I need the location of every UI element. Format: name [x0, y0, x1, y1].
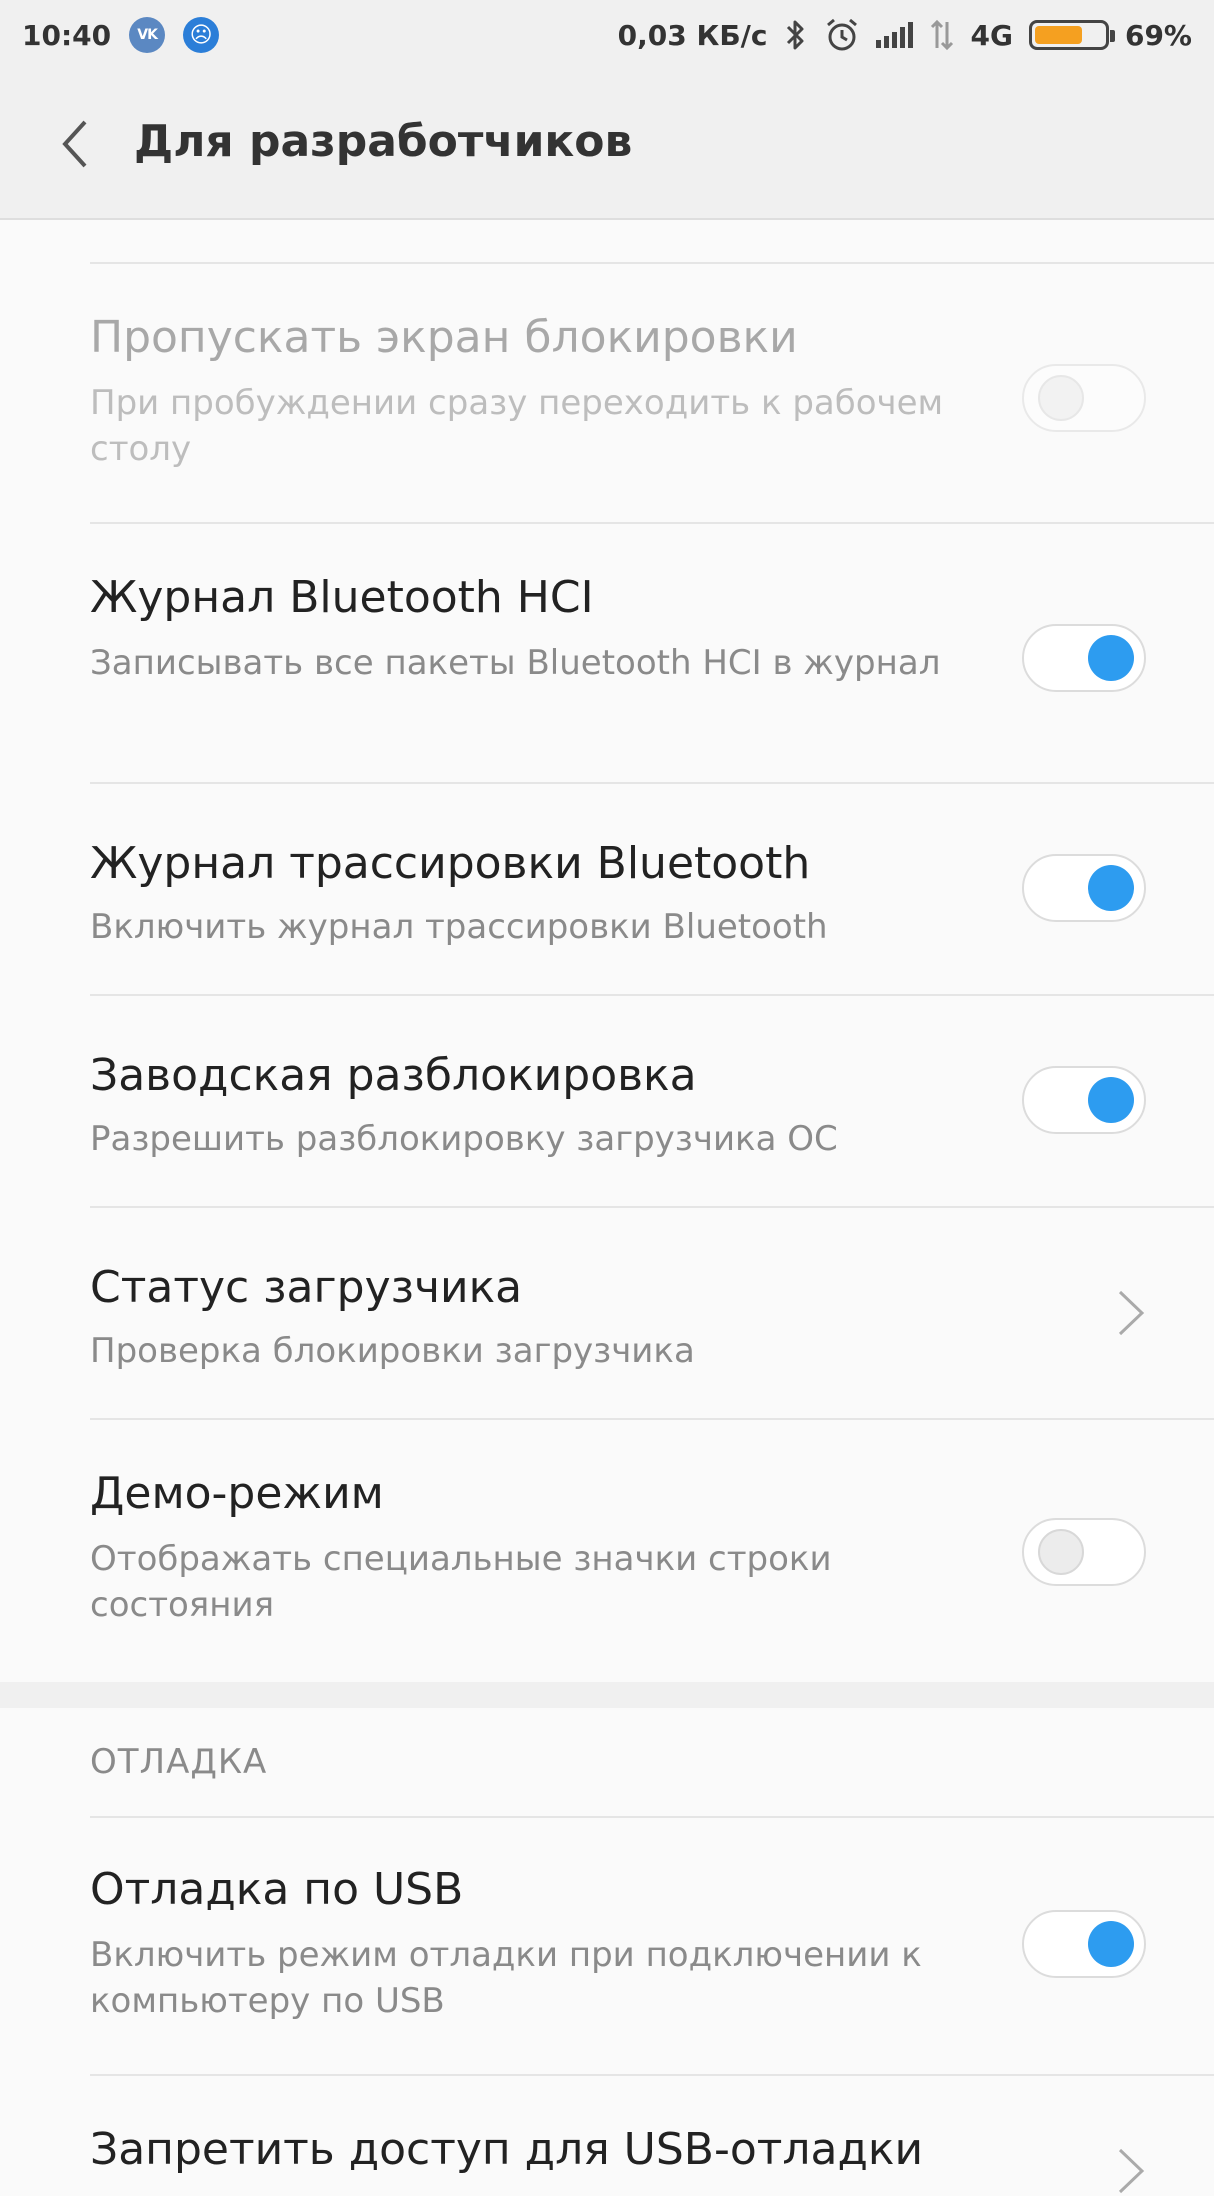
setting-subtitle: Отображать специальные значки строки сос…	[90, 1539, 832, 1625]
toggle-knob	[1088, 1921, 1134, 1967]
network-speed: 0,03 КБ/с	[617, 18, 768, 52]
oem-unlock-toggle[interactable]	[1022, 1066, 1146, 1134]
status-time: 10:40	[22, 18, 112, 52]
data-transfer-icon	[930, 19, 953, 51]
chevron-right-icon	[1118, 1290, 1145, 1336]
back-button[interactable]	[50, 114, 100, 174]
toggle-knob	[1038, 1529, 1084, 1575]
setting-subtitle: Проверка блокировки загрузчика	[90, 1331, 695, 1371]
signal-strength-icon	[875, 22, 913, 48]
setting-oem-unlock[interactable]: Заводская разблокировка Разрешить разбло…	[0, 996, 1214, 1206]
setting-title: Статус загрузчика	[90, 1262, 523, 1313]
bluetooth-trace-log-toggle[interactable]	[1022, 854, 1146, 922]
network-type: 4G	[970, 18, 1013, 52]
demo-mode-toggle[interactable]	[1022, 1518, 1146, 1586]
setting-usb-debugging[interactable]: Отладка по USB Включить режим отладки пр…	[0, 1818, 1214, 2074]
toggle-knob	[1088, 865, 1134, 911]
setting-bluetooth-hci-log[interactable]: Журнал Bluetooth HCI Записывать все паке…	[0, 524, 1214, 782]
setting-title: Журнал Bluetooth HCI	[90, 572, 594, 623]
battery-icon	[1028, 20, 1115, 50]
chevron-right-icon	[1118, 2148, 1145, 2194]
setting-title: Журнал трассировки Bluetooth	[90, 838, 811, 889]
setting-revoke-usb-debugging[interactable]: Запретить доступ для USB-отладки	[0, 2076, 1214, 2196]
section-header-debug: ОТЛАДКА	[90, 1742, 268, 1782]
setting-title: Заводская разблокировка	[90, 1050, 697, 1101]
skip-lock-screen-toggle[interactable]	[1022, 364, 1146, 432]
setting-title: Демо-режим	[90, 1468, 384, 1519]
toggle-knob	[1088, 1077, 1134, 1123]
chevron-left-icon	[62, 120, 87, 168]
section-separator	[0, 1682, 1214, 1708]
toggle-knob	[1038, 375, 1084, 421]
setting-subtitle: Записывать все пакеты Bluetooth HCI в жу…	[90, 643, 941, 683]
setting-subtitle: При пробуждении сразу переходить к рабоч…	[90, 383, 944, 469]
alarm-icon	[826, 18, 857, 51]
setting-title: Пропускать экран блокировки	[90, 312, 798, 363]
setting-demo-mode[interactable]: Демо-режим Отображать специальные значки…	[0, 1420, 1214, 1682]
setting-subtitle: Включить журнал трассировки Bluetooth	[90, 907, 828, 947]
setting-bootloader-status[interactable]: Статус загрузчика Проверка блокировки за…	[0, 1208, 1214, 1418]
bluetooth-icon	[786, 20, 803, 50]
battery-percentage: 69%	[1124, 18, 1192, 52]
setting-skip-lock-screen[interactable]: Пропускать экран блокировки При пробужде…	[0, 264, 1214, 524]
status-bar: 10:40 VK ☹ 0,03 КБ/с 4G 69%	[0, 0, 1214, 70]
face-notification-icon: ☹	[183, 17, 220, 53]
toggle-knob	[1088, 635, 1134, 681]
page-title: Для разработчиков	[134, 116, 633, 167]
bluetooth-hci-log-toggle[interactable]	[1022, 624, 1146, 692]
setting-title: Отладка по USB	[90, 1864, 464, 1915]
vk-notification-icon: VK	[129, 17, 166, 53]
setting-bluetooth-trace-log[interactable]: Журнал трассировки Bluetooth Включить жу…	[0, 784, 1214, 994]
app-header: Для разработчиков	[0, 70, 1214, 220]
usb-debugging-toggle[interactable]	[1022, 1910, 1146, 1978]
battery-fill	[1034, 26, 1082, 44]
setting-title: Запретить доступ для USB-отладки	[90, 2124, 924, 2175]
setting-subtitle: Включить режим отладки при подключении к…	[90, 1935, 922, 2021]
setting-subtitle: Разрешить разблокировку загрузчика ОС	[90, 1119, 838, 1159]
